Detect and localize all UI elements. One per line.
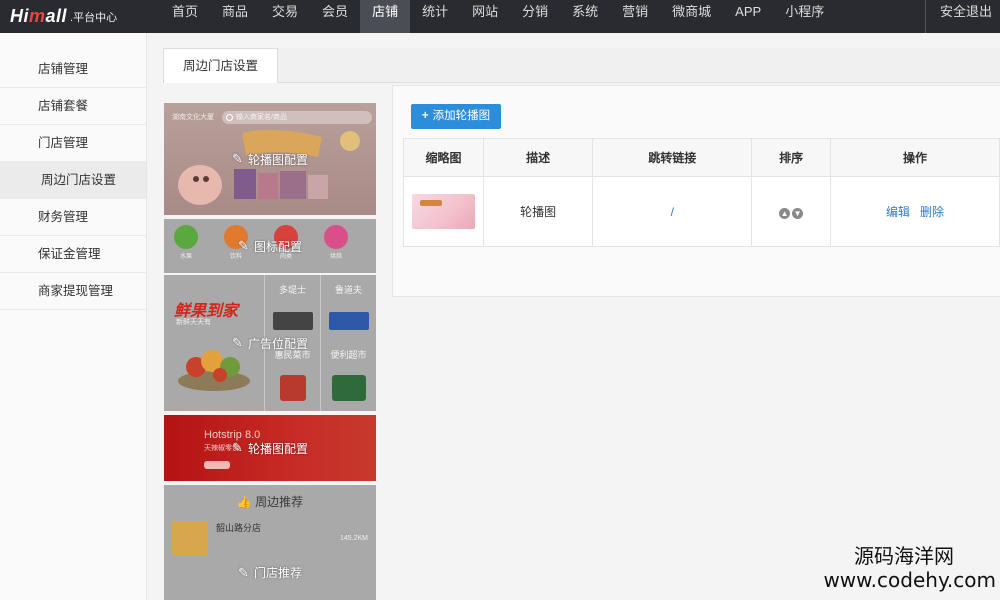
plus-icon: + bbox=[421, 110, 429, 122]
carousel-settings-panel: + 添加轮播图 缩略图 描述 跳转链接 排序 操作 轮播图 / ▲ ▼ 编辑 删… bbox=[392, 85, 1000, 297]
preview-bottom-carousel[interactable]: Hotstrip 8.0 天辣椒零食 ✎ 轮播图配置 bbox=[164, 415, 376, 481]
cell-actions: 编辑 删除 bbox=[829, 176, 1000, 247]
nav-item-products[interactable]: 商品 bbox=[210, 0, 260, 33]
cell-link[interactable]: / bbox=[592, 176, 753, 247]
edit-nearby-button[interactable]: ✎ 门店推荐 bbox=[164, 515, 376, 600]
sidebar-item-store-management[interactable]: 门店管理 bbox=[0, 125, 146, 162]
logo[interactable]: Himall .平台中心 bbox=[0, 0, 160, 33]
thumbs-up-icon: 👍 bbox=[236, 495, 252, 509]
nav-item-home[interactable]: 首页 bbox=[160, 0, 210, 33]
preview-icon-section[interactable]: 水果 饮料 肉类 烘焙 ✎ 图标配置 bbox=[164, 219, 376, 273]
col-sort: 排序 bbox=[751, 138, 831, 177]
nav-item-site[interactable]: 网站 bbox=[460, 0, 510, 33]
sidebar-item-finance[interactable]: 财务管理 bbox=[0, 199, 146, 236]
edit-bottom-carousel-button[interactable]: ✎ 轮播图配置 bbox=[164, 415, 376, 481]
pencil-icon: ✎ bbox=[232, 151, 243, 166]
cell-thumbnail bbox=[403, 176, 484, 247]
nav-item-shops[interactable]: 店铺 bbox=[360, 0, 411, 33]
add-carousel-button[interactable]: + 添加轮播图 bbox=[411, 104, 501, 129]
cell-sort: ▲ ▼ bbox=[751, 176, 831, 247]
cell-description: 轮播图 bbox=[482, 176, 594, 247]
nav-item-stats[interactable]: 统计 bbox=[410, 0, 460, 33]
nav-item-members[interactable]: 会员 bbox=[310, 0, 360, 33]
sidebar-item-nearby-store-settings[interactable]: 周边门店设置 bbox=[0, 162, 146, 199]
preview-ad-section[interactable]: 鲜果到家 新鲜天天有 多堤士 惠民菜市 鲁道夫 便利超市 ✎ 广告位配置 bbox=[164, 275, 376, 411]
tab-nearby-store-settings[interactable]: 周边门店设置 bbox=[163, 48, 278, 83]
col-thumbnail: 缩略图 bbox=[403, 138, 484, 177]
sidebar: 店铺管理 店铺套餐 门店管理 周边门店设置 财务管理 保证金管理 商家提现管理 bbox=[0, 33, 147, 600]
edit-link[interactable]: 编辑 bbox=[886, 205, 910, 219]
col-actions: 操作 bbox=[829, 138, 1000, 177]
table-row: 轮播图 / ▲ ▼ 编辑 删除 bbox=[403, 176, 1000, 247]
main-nav: 首页 商品 交易 会员 店铺 统计 网站 分销 系统 营销 微商城 APP 小程… bbox=[160, 0, 836, 33]
edit-icons-button[interactable]: ✎ 图标配置 bbox=[164, 219, 376, 273]
nav-item-system[interactable]: 系统 bbox=[560, 0, 610, 33]
tab-bar: 周边门店设置 bbox=[163, 48, 1000, 83]
main-content: 周边门店设置 湖南文化大厦 输入商家名/商品 ✎ 轮播图配置 水果 饮料 肉类 … bbox=[147, 33, 1000, 600]
nearby-header: 👍 周边推荐 bbox=[236, 495, 304, 509]
col-description: 描述 bbox=[482, 138, 594, 177]
table-header-row: 缩略图 描述 跳转链接 排序 操作 bbox=[403, 138, 1000, 177]
nav-item-marketing[interactable]: 营销 bbox=[610, 0, 660, 33]
delete-link[interactable]: 删除 bbox=[920, 205, 944, 219]
nav-item-app[interactable]: APP bbox=[723, 0, 773, 33]
col-link: 跳转链接 bbox=[592, 138, 753, 177]
sidebar-item-withdrawal[interactable]: 商家提现管理 bbox=[0, 273, 146, 310]
top-navbar: Himall .平台中心 首页 商品 交易 会员 店铺 统计 网站 分销 系统 … bbox=[0, 0, 1000, 33]
arrow-down-icon[interactable]: ▼ bbox=[792, 207, 804, 219]
edit-ads-button[interactable]: ✎ 广告位配置 bbox=[164, 275, 376, 411]
nav-item-mini-program[interactable]: 小程序 bbox=[773, 0, 836, 33]
preview-nearby-section[interactable]: 👍 周边推荐 韶山路分店 145.2KM ✎ 门店推荐 bbox=[164, 485, 376, 600]
watermark-title: 源码海洋网 bbox=[854, 544, 954, 568]
pencil-icon: ✎ bbox=[232, 335, 243, 350]
watermark-url: www.codehy.com bbox=[823, 568, 996, 592]
edit-top-carousel-button[interactable]: ✎ 轮播图配置 bbox=[164, 103, 376, 215]
pencil-icon: ✎ bbox=[238, 238, 249, 253]
sidebar-item-shop-management[interactable]: 店铺管理 bbox=[0, 51, 146, 88]
nav-item-wechat-mall[interactable]: 微商城 bbox=[660, 0, 723, 33]
sidebar-item-deposit[interactable]: 保证金管理 bbox=[0, 236, 146, 273]
arrow-up-icon[interactable]: ▲ bbox=[779, 207, 791, 219]
brand-subtitle: .平台中心 bbox=[70, 11, 118, 24]
logout-link[interactable]: 安全退出 bbox=[924, 0, 1000, 33]
nav-item-trade[interactable]: 交易 bbox=[260, 0, 310, 33]
brand-name: Himall bbox=[10, 6, 68, 26]
pencil-icon: ✎ bbox=[232, 440, 243, 455]
thumbnail-image bbox=[411, 194, 475, 229]
preview-top-carousel[interactable]: 湖南文化大厦 输入商家名/商品 ✎ 轮播图配置 bbox=[164, 103, 376, 215]
sidebar-item-shop-packages[interactable]: 店铺套餐 bbox=[0, 88, 146, 125]
nav-item-distribution[interactable]: 分销 bbox=[510, 0, 560, 33]
mobile-preview: 湖南文化大厦 输入商家名/商品 ✎ 轮播图配置 水果 饮料 肉类 烘焙 ✎ 图标… bbox=[164, 103, 376, 600]
pencil-icon: ✎ bbox=[238, 564, 249, 580]
carousel-table: 缩略图 描述 跳转链接 排序 操作 轮播图 / ▲ ▼ 编辑 删除 bbox=[403, 138, 1000, 247]
